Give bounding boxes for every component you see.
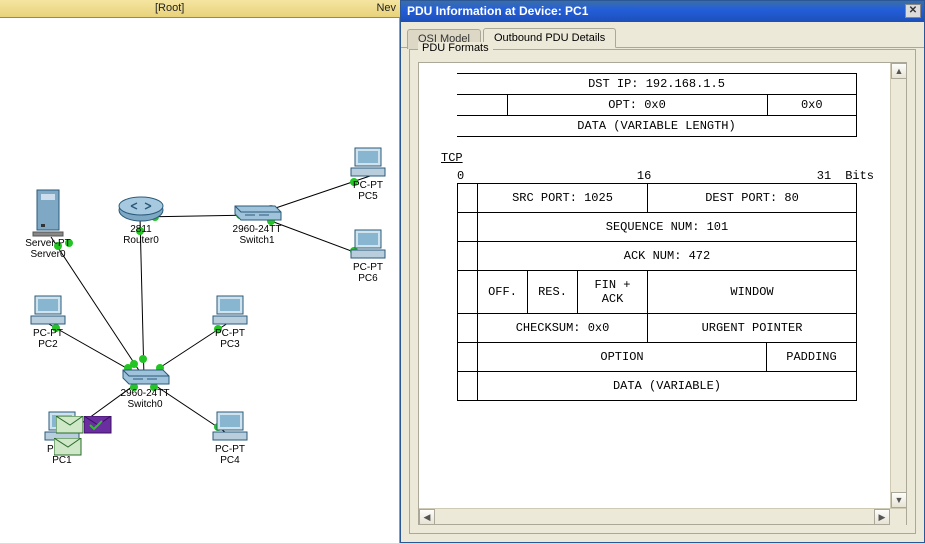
tcp-data: DATA (VARIABLE) [478,372,857,401]
window-title: PDU Information at Device: PC1 [407,4,588,18]
tcp-urgent: URGENT POINTER [648,314,857,343]
pdu-content: DST IP: 192.168.1.5 OPT: 0x0 0x0 DATA (V… [419,63,890,508]
scroll-right-button[interactable]: ▶ [874,509,890,525]
pdu-envelope-icon[interactable] [54,438,82,456]
root-label: [Root] [155,2,184,14]
scroll-up-button[interactable]: ▲ [891,63,907,79]
scroll-down-button[interactable]: ▼ [891,492,907,508]
vertical-scrollbar[interactable]: ▲ ▼ [890,63,906,508]
scrollbar-corner [890,509,906,525]
tcp-checksum: CHECKSUM: 0x0 [478,314,648,343]
tcp-dst-port: DEST PORT: 80 [648,184,857,213]
pdu-formats-group: PDU Formats DST IP: 192.168.1.5 OPT: 0x0… [409,49,916,534]
groupbox-title: PDU Formats [418,42,493,54]
tcp-flags: FIN + ACK [578,271,648,314]
tab-outbound-pdu[interactable]: Outbound PDU Details [483,28,616,48]
ip-opt: OPT: 0x0 [507,95,767,116]
ip-pad: 0x0 [767,95,857,116]
pdu-envelope-check-icon[interactable] [84,416,112,434]
close-button[interactable]: ✕ [905,4,921,18]
tcp-header-table: SRC PORT: 1025 DEST PORT: 80 SEQUENCE NU… [457,183,857,401]
topology-canvas[interactable]: Server-PTServer0 2811Router0 2960-24TTSw… [0,18,400,543]
scroll-area: DST IP: 192.168.1.5 OPT: 0x0 0x0 DATA (V… [418,62,907,525]
tcp-option: OPTION [478,343,767,372]
ip-header-table: DST IP: 192.168.1.5 OPT: 0x0 0x0 DATA (V… [457,73,857,137]
window-titlebar[interactable]: PDU Information at Device: PC1 ✕ [401,1,924,22]
pdu-envelope-icon[interactable] [56,416,84,434]
toolbar: [Root] Nev [0,0,400,18]
tcp-padding: PADDING [767,343,857,372]
tcp-res: RES. [528,271,578,314]
tcp-off: OFF. [478,271,528,314]
tcp-seq: SEQUENCE NUM: 101 [478,213,857,242]
tcp-section-label: TCP [441,151,874,165]
ip-data: DATA (VARIABLE LENGTH) [457,116,857,137]
pdu-info-window: PDU Information at Device: PC1 ✕ OSI Mod… [400,0,925,543]
tcp-window: WINDOW [648,271,857,314]
bits-label: Bits [845,169,874,183]
bit-scale: 0 16 31 [457,169,831,183]
ip-dst: DST IP: 192.168.1.5 [457,74,857,95]
tcp-ack: ACK NUM: 472 [478,242,857,271]
tcp-src-port: SRC PORT: 1025 [478,184,648,213]
links-layer [0,18,400,543]
horizontal-scrollbar[interactable]: ◀ ▶ [419,508,906,524]
nev-label: Nev [376,2,396,14]
scroll-left-button[interactable]: ◀ [419,509,435,525]
